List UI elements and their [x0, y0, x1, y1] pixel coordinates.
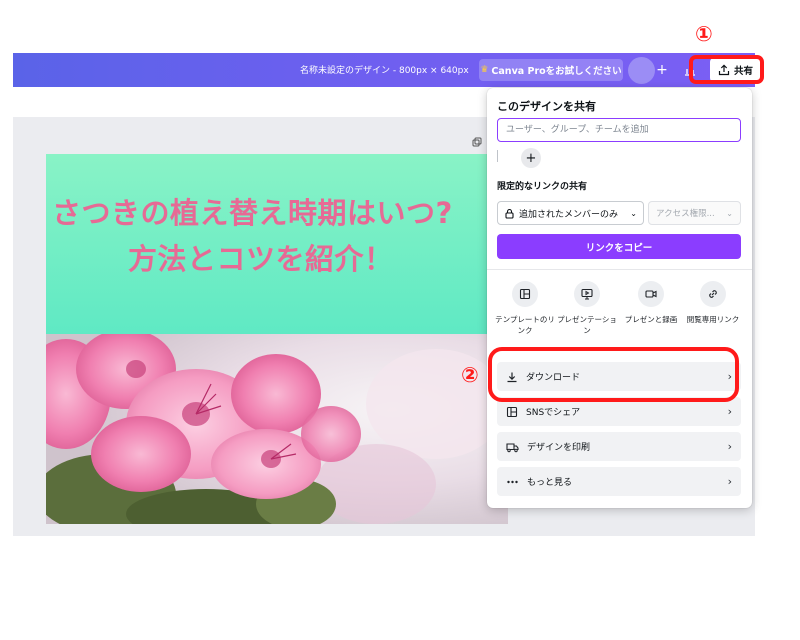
copy-page-icon[interactable]	[472, 137, 482, 147]
see-more-row[interactable]: もっと見る ›	[497, 467, 741, 496]
headline-line-2: 方法とコツを紹介！	[128, 242, 394, 276]
step-1-marker: ①	[695, 22, 713, 46]
more-icon	[507, 480, 518, 483]
print-icon	[506, 442, 519, 452]
document-title[interactable]: 名称未設定のデザイン - 800px × 640px	[300, 63, 469, 76]
presentation-option[interactable]: プレゼンテーション	[555, 281, 619, 336]
design-page[interactable]: さつきの植え替え時期はいつ? 方法とコツを紹介！	[46, 154, 508, 524]
add-people-button[interactable]: +	[521, 148, 541, 168]
user-avatar[interactable]	[628, 57, 655, 84]
presentation-label: プレゼンテーション	[557, 315, 617, 335]
editor-top-bar: 名称未設定のデザイン - 800px × 640px ♛ Canva Proをお…	[13, 53, 761, 87]
chevron-down-icon: ⌄	[726, 208, 733, 218]
template-link-icon	[519, 288, 531, 300]
chevron-right-icon: ›	[727, 440, 732, 453]
step-2-highlight	[488, 347, 739, 402]
view-only-link-label: 閲覧専用リンク	[686, 315, 740, 324]
crown-icon: ♛	[480, 65, 489, 75]
template-link-option[interactable]: テンプレートのリンク	[493, 281, 557, 336]
headline-text[interactable]: さつきの植え替え時期はいつ? 方法とコツを紹介！	[46, 190, 508, 282]
plus-icon: +	[525, 150, 537, 166]
share-panel: このデザインを共有 + 限定的なリンクの共有 追加されたメンバーのみ ⌄ アクセ…	[487, 88, 752, 508]
link-access-select[interactable]: 追加されたメンバーのみ ⌄	[497, 201, 644, 225]
try-canva-pro-label: Canva Proをお試しください	[491, 66, 622, 77]
panel-divider	[487, 269, 752, 270]
headline-line-1: さつきの植え替え時期はいつ?	[52, 196, 453, 230]
add-people-input[interactable]	[497, 118, 741, 142]
view-only-link-option[interactable]: 閲覧専用リンク	[681, 281, 745, 325]
print-design-row[interactable]: デザインを印刷 ›	[497, 432, 741, 461]
record-icon	[645, 290, 657, 298]
plus-icon: +	[656, 62, 668, 78]
add-collaborator-button[interactable]: +	[655, 59, 669, 81]
access-role-select[interactable]: アクセス権限... ⌄	[648, 201, 741, 225]
link-access-value: 追加されたメンバーのみ	[519, 209, 619, 220]
presentation-icon	[581, 288, 593, 300]
social-icon	[506, 406, 518, 417]
present-and-record-option[interactable]: プレゼンと録画	[619, 281, 683, 325]
chevron-right-icon: ›	[727, 475, 732, 488]
chevron-right-icon: ›	[727, 405, 732, 418]
template-link-label: テンプレートのリンク	[495, 315, 555, 335]
see-more-label: もっと見る	[527, 478, 573, 488]
input-caret	[497, 150, 499, 162]
restricted-link-label: 限定的なリンクの共有	[497, 182, 588, 192]
headline-banner[interactable]: さつきの植え替え時期はいつ? 方法とコツを紹介！	[46, 154, 508, 334]
print-design-label: デザインを印刷	[527, 443, 591, 453]
chevron-down-icon: ⌄	[630, 208, 637, 218]
access-role-value: アクセス権限...	[656, 209, 715, 219]
step-2-marker: ②	[461, 363, 479, 387]
copy-link-label: リンクをコピー	[585, 242, 653, 254]
share-on-social-label: SNSでシェア	[526, 408, 581, 418]
lock-icon	[505, 208, 514, 219]
view-link-icon	[709, 290, 717, 298]
copy-link-button[interactable]: リンクをコピー	[497, 234, 741, 259]
present-and-record-label: プレゼンと録画	[624, 315, 678, 324]
try-canva-pro-button[interactable]: ♛ Canva Proをお試しください	[479, 59, 623, 81]
step-1-highlight	[689, 55, 764, 84]
azalea-photo[interactable]	[46, 334, 508, 524]
share-panel-title: このデザインを共有	[497, 100, 596, 113]
